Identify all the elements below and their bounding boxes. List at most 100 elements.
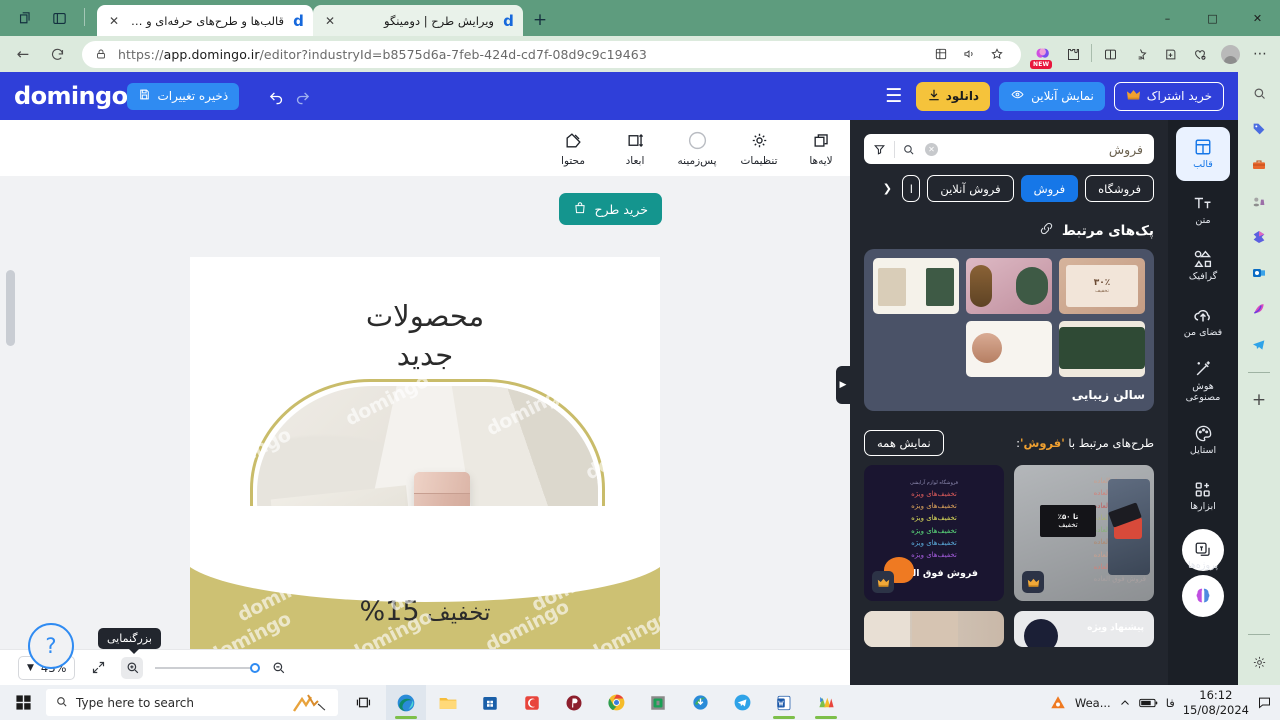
filter-icon[interactable] (864, 143, 894, 156)
rail-item-template[interactable]: قالب (1176, 127, 1230, 181)
maximize-button[interactable]: □ (1190, 0, 1235, 36)
office-icon[interactable] (1246, 224, 1272, 250)
word-icon[interactable] (764, 685, 804, 720)
notepad-app-icon[interactable] (638, 685, 678, 720)
hamburger-menu-icon[interactable]: ☰ (881, 85, 907, 107)
copilot-icon[interactable]: NEW (1029, 40, 1057, 69)
read-aloud-icon[interactable] (955, 40, 983, 68)
new-tab-button[interactable]: + (527, 7, 553, 33)
pack-thumb[interactable]: ۳۰٪ تخفیف (1059, 258, 1145, 314)
rail-item-graphics[interactable]: گرافیک (1176, 239, 1230, 293)
collections-icon[interactable] (14, 7, 36, 29)
toolbar-item-content[interactable]: محتوا (544, 130, 602, 167)
split-screen-icon[interactable] (48, 7, 70, 29)
taskbar-search-box[interactable]: Type here to search (46, 689, 338, 716)
toolbar-item-dimensions[interactable]: ابعاد (606, 130, 664, 167)
rail-item-text[interactable]: متن (1176, 183, 1230, 237)
download-manager-icon[interactable] (680, 685, 720, 720)
canvas-area[interactable]: خرید طرح محصولات جدید تخفیف 15% domingo … (0, 176, 850, 685)
save-changes-button[interactable]: ذخیره تغییرات (127, 82, 240, 110)
edge-icon[interactable] (386, 685, 426, 720)
redo-arrow-icon[interactable] (289, 83, 315, 109)
buy-subscription-button[interactable]: خرید اشتراک (1113, 81, 1224, 111)
search-icon[interactable] (895, 143, 921, 156)
template-card[interactable] (864, 611, 1004, 647)
reload-icon[interactable] (42, 40, 72, 68)
clock[interactable]: 16:12 15/08/2024 (1183, 688, 1249, 718)
outlook-icon[interactable] (1246, 260, 1272, 286)
pack-thumb[interactable] (1059, 321, 1145, 377)
show-all-button[interactable]: نمایش همه (864, 430, 944, 456)
fit-screen-icon[interactable] (87, 657, 109, 679)
rail-item-tools[interactable]: ابزارها (1176, 469, 1230, 523)
designer-icon[interactable] (1246, 296, 1272, 322)
telegram-icon[interactable] (1246, 332, 1272, 358)
add-icon[interactable]: + (1246, 387, 1272, 413)
slider-knob[interactable] (250, 662, 261, 673)
more-options-icon[interactable]: ⋯ (1246, 40, 1274, 68)
toolbar-item-background[interactable]: پس‌زمینه (668, 130, 726, 167)
shopping-tag-icon[interactable] (1246, 116, 1272, 142)
weather-icon[interactable] (1049, 694, 1067, 712)
settings-gear-icon[interactable] (1246, 649, 1272, 675)
template-card[interactable]: فروش فوق العاده فروش فوق العاده فروش فوق… (1014, 465, 1154, 601)
windows-start-icon[interactable] (0, 685, 46, 720)
close-icon[interactable]: ✕ (322, 13, 338, 29)
online-preview-button[interactable]: نمایش آنلاین (999, 81, 1105, 111)
panel-toggle-button[interactable]: ▶ (836, 366, 850, 404)
address-bar[interactable]: https://app.domingo.ir/editor?industryId… (82, 40, 1021, 68)
winrar-icon[interactable] (806, 685, 846, 720)
rail-item-style[interactable]: استایل (1176, 413, 1230, 467)
chip-partial[interactable]: ا (902, 175, 921, 202)
template-card[interactable]: پیشنهاد ویژه (1014, 611, 1154, 647)
download-button[interactable]: دانلود (915, 81, 991, 111)
collections-add-icon[interactable] (1126, 40, 1154, 68)
app-grid-icon[interactable] (927, 40, 955, 68)
browser-tab-2[interactable]: d ویرایش طرح | دومینگو ✕ (313, 5, 523, 36)
star-icon[interactable] (983, 40, 1011, 68)
chip-shop[interactable]: فروشگاه (1085, 175, 1154, 202)
browser-tab-1[interactable]: d قالب‌ها و طرح‌های حرفه‌ای و رایگان ✕ (97, 5, 313, 36)
profile-avatar-icon[interactable] (1216, 40, 1244, 68)
design-canvas[interactable]: محصولات جدید SALT & STONE (190, 257, 660, 685)
search-input[interactable] (938, 141, 1154, 157)
weather-text[interactable]: Wea... (1075, 696, 1111, 710)
pack-thumb[interactable] (966, 321, 1052, 377)
zoom-in-icon[interactable] (121, 656, 144, 679)
toolbar-item-settings[interactable]: تنظیمات (730, 130, 788, 167)
pack-thumb[interactable] (873, 258, 959, 314)
pdf-app-icon[interactable] (554, 685, 594, 720)
collections-plus-icon[interactable] (1156, 40, 1184, 68)
rail-item-ai[interactable]: هوش مصنوعی (1176, 351, 1230, 411)
rail-item-my-space[interactable]: فضای من (1176, 295, 1230, 349)
minimize-button[interactable]: – (1145, 0, 1190, 36)
notification-icon[interactable] (1257, 695, 1272, 710)
puzzle-piece-icon[interactable] (1059, 40, 1087, 68)
favorites-check-icon[interactable] (1186, 40, 1214, 68)
chip-online-sale[interactable]: فروش آنلاین (927, 175, 1014, 202)
template-card[interactable]: فروشگاه لوازم آرایشی تخفیف‌های ویژه تخفی… (864, 465, 1004, 601)
search-icon[interactable] (1246, 80, 1272, 106)
battery-icon[interactable] (1138, 697, 1158, 709)
rail-item-brain[interactable] (1182, 575, 1224, 617)
telegram-icon[interactable] (722, 685, 762, 720)
games-icon[interactable] (1246, 188, 1272, 214)
pack-thumb[interactable] (966, 258, 1052, 314)
chrome-icon[interactable] (596, 685, 636, 720)
toolbar-item-layers[interactable]: لایه‌ها (792, 130, 850, 167)
back-arrow-icon[interactable]: ← (8, 40, 38, 68)
show-hidden-icons-icon[interactable] (1119, 697, 1131, 709)
zoom-slider[interactable] (155, 662, 261, 673)
microsoft-store-icon[interactable] (470, 685, 510, 720)
zoom-out-icon[interactable] (267, 657, 289, 679)
task-view-icon[interactable] (344, 685, 384, 720)
chevron-left-icon[interactable]: ❮ (879, 182, 895, 195)
file-explorer-icon[interactable] (428, 685, 468, 720)
toolbox-icon[interactable] (1246, 152, 1272, 178)
undo-arrow-icon[interactable] (263, 83, 289, 109)
browser-essentials-icon[interactable] (1096, 40, 1124, 68)
pack-card[interactable]: ۳۰٪ تخفیف سالن زیبایی (864, 249, 1154, 411)
language-indicator[interactable]: فا (1166, 696, 1175, 710)
clear-x-icon[interactable]: ✕ (925, 142, 938, 156)
close-window-button[interactable]: ✕ (1235, 0, 1280, 36)
